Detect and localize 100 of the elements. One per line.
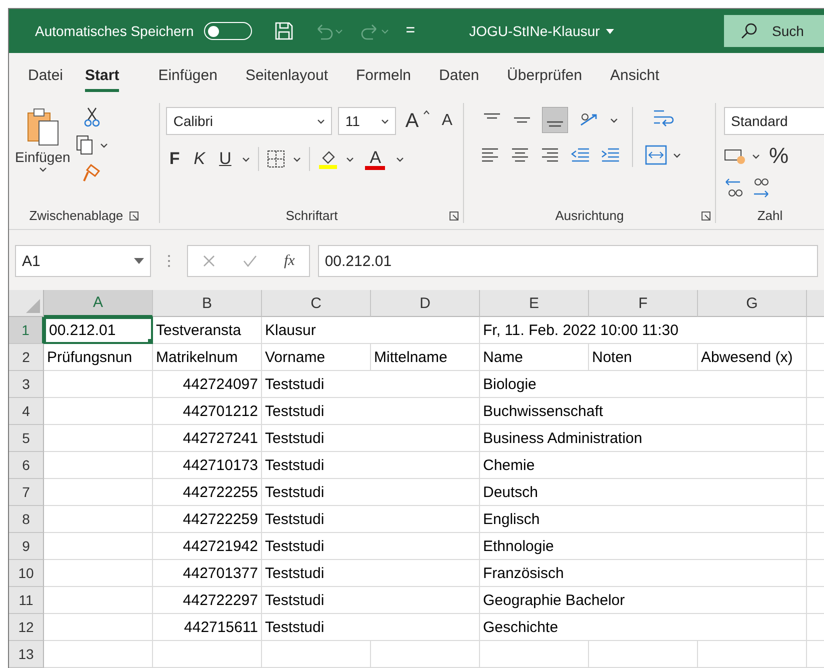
table-cell[interactable]: Prüfungsnun [44, 344, 153, 371]
dialog-launcher-icon[interactable] [449, 211, 460, 221]
table-cell[interactable]: Abwesend (x) [698, 344, 807, 371]
table-cell[interactable]: 442701212 [153, 398, 262, 425]
active-cell[interactable]: 00.212.01 [44, 317, 153, 344]
table-cell[interactable]: Teststudi [262, 398, 480, 425]
row-header[interactable]: 9 [9, 533, 44, 560]
bold-button[interactable]: F [166, 149, 183, 169]
number-format-field[interactable]: Standard [724, 107, 824, 135]
row-header[interactable]: 2 [9, 344, 44, 371]
table-cell[interactable]: Teststudi [262, 452, 480, 479]
font-name-field[interactable]: Calibri [166, 107, 332, 135]
table-cell[interactable]: Business Administration [480, 425, 807, 452]
row-header[interactable]: 11 [9, 587, 44, 614]
ribbon-tab[interactable]: Einfügen [158, 60, 218, 92]
table-cell[interactable]: Chemie [480, 452, 807, 479]
shrink-font-button[interactable]: A [438, 112, 456, 130]
table-cell[interactable]: Fr, 11. Feb. 2022 10:00 11:30 [480, 317, 807, 344]
select-all-button[interactable] [9, 290, 44, 317]
column-header[interactable]: B [153, 290, 262, 317]
dialog-launcher-icon[interactable] [701, 211, 711, 221]
table-cell[interactable]: Buchwissenschaft [480, 398, 807, 425]
insert-function-button[interactable]: fx [284, 252, 295, 270]
search-field[interactable]: Such [724, 15, 824, 47]
copy-icon[interactable] [76, 135, 94, 155]
table-cell[interactable]: Klausur [262, 317, 480, 344]
table-cell[interactable] [589, 641, 698, 668]
table-cell[interactable] [480, 641, 589, 668]
autosave-toggle[interactable] [204, 22, 252, 40]
table-cell[interactable] [371, 641, 480, 668]
row-header[interactable]: 7 [9, 479, 44, 506]
table-cell[interactable]: Teststudi [262, 560, 480, 587]
table-cell[interactable]: 442722259 [153, 506, 262, 533]
row-header[interactable]: 10 [9, 560, 44, 587]
ribbon-tab[interactable]: Datei [28, 60, 64, 92]
table-cell[interactable]: Deutsch [480, 479, 807, 506]
table-cell[interactable]: Teststudi [262, 533, 480, 560]
table-cell[interactable]: Teststudi [262, 371, 480, 398]
table-cell[interactable] [44, 587, 153, 614]
row-header[interactable]: 4 [9, 398, 44, 425]
align-center-icon[interactable] [510, 147, 530, 163]
ribbon-tab[interactable]: Start [85, 60, 120, 92]
table-cell[interactable] [153, 641, 262, 668]
table-cell[interactable]: Teststudi [262, 614, 480, 641]
row-header[interactable]: 3 [9, 371, 44, 398]
currency-icon[interactable] [724, 147, 746, 165]
underline-button[interactable]: U [216, 149, 234, 169]
table-cell[interactable]: Vorname [262, 344, 371, 371]
column-header[interactable]: D [371, 290, 480, 317]
table-cell[interactable]: Biologie [480, 371, 807, 398]
row-header[interactable]: 8 [9, 506, 44, 533]
table-cell[interactable]: Matrikelnum [153, 344, 262, 371]
ribbon-tab[interactable]: Überprüfen [507, 60, 582, 92]
table-cell[interactable]: Französisch [480, 560, 807, 587]
table-cell[interactable] [44, 560, 153, 587]
decrease-indent-icon[interactable] [570, 147, 590, 163]
table-cell[interactable]: Teststudi [262, 479, 480, 506]
table-cell[interactable] [44, 425, 153, 452]
table-cell[interactable]: 442722255 [153, 479, 262, 506]
table-cell[interactable] [44, 533, 153, 560]
table-cell[interactable]: Ethnologie [480, 533, 807, 560]
table-cell[interactable]: 442724097 [153, 371, 262, 398]
table-cell[interactable]: Testveransta [153, 317, 262, 344]
increase-indent-icon[interactable] [600, 147, 620, 163]
ribbon-tab[interactable]: Daten [439, 60, 480, 92]
table-cell[interactable] [44, 641, 153, 668]
fill-color-icon[interactable] [318, 149, 338, 169]
italic-button[interactable]: K [190, 149, 208, 169]
table-cell[interactable] [262, 641, 371, 668]
table-cell[interactable]: Geschichte [480, 614, 807, 641]
ribbon-tab[interactable]: Seitenlayout [245, 60, 328, 92]
table-cell[interactable]: 442701377 [153, 560, 262, 587]
format-painter-icon[interactable] [82, 163, 102, 183]
grow-font-button[interactable]: A [402, 110, 433, 132]
table-cell[interactable]: 442715611 [153, 614, 262, 641]
ribbon-tab[interactable]: Ansicht [610, 60, 660, 92]
font-size-field[interactable]: 11 [338, 107, 396, 135]
table-cell[interactable] [44, 506, 153, 533]
align-right-icon[interactable] [540, 147, 560, 163]
merge-center-icon[interactable] [645, 145, 668, 165]
borders-icon[interactable] [267, 150, 286, 168]
align-left-icon[interactable] [480, 147, 500, 163]
table-cell[interactable]: 442710173 [153, 452, 262, 479]
scissors-icon[interactable] [84, 107, 100, 127]
column-header[interactable]: E [480, 290, 589, 317]
column-header[interactable]: F [589, 290, 698, 317]
font-color-button[interactable]: A [362, 148, 388, 170]
table-cell[interactable]: Geographie Bachelor [480, 587, 807, 614]
table-cell[interactable] [44, 479, 153, 506]
row-header[interactable]: 5 [9, 425, 44, 452]
quick-access-menu[interactable]: = [406, 22, 416, 40]
table-cell[interactable] [698, 641, 807, 668]
table-cell[interactable]: Name [480, 344, 589, 371]
table-cell[interactable] [44, 614, 153, 641]
table-cell[interactable] [44, 452, 153, 479]
table-cell[interactable]: Teststudi [262, 587, 480, 614]
column-header[interactable]: G [698, 290, 807, 317]
table-cell[interactable]: 442722297 [153, 587, 262, 614]
percent-button[interactable]: % [766, 143, 792, 169]
align-bottom-icon[interactable] [542, 107, 568, 133]
